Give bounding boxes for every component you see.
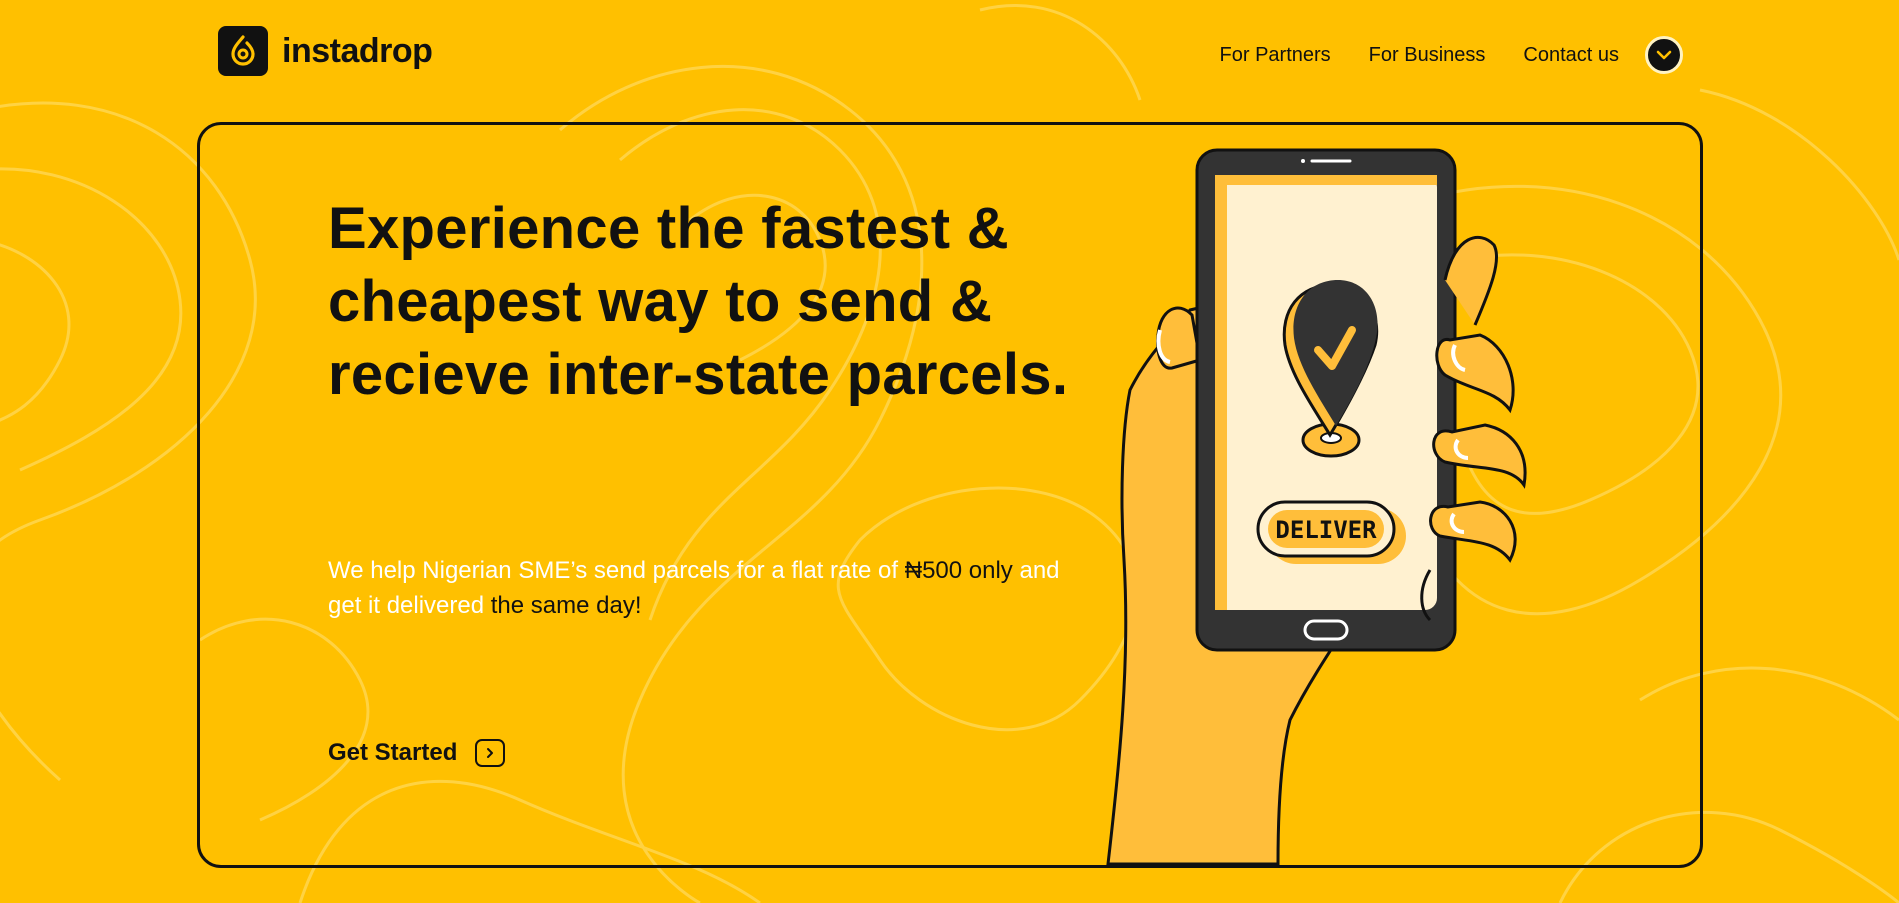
hero-subtext: We help Nigerian SME’s send parcels for … [328, 553, 1068, 623]
get-started-label: Get Started [328, 739, 458, 766]
landing-page: instadrop For Partners For Business Cont… [0, 0, 1899, 903]
deliver-button: DELIVER [1256, 500, 1406, 564]
get-started-button[interactable]: Get Started [328, 739, 506, 767]
hand-phone-illustration: DELIVER [1106, 148, 1527, 865]
nav-menu-toggle[interactable] [1645, 36, 1683, 74]
main-nav: For Partners For Business Contact us [1182, 36, 1683, 74]
subtext-part2: only [962, 557, 1020, 584]
subtext-price: ₦500 [904, 557, 963, 584]
subtext-part1: We help Nigerian SME’s send parcels for … [328, 557, 905, 584]
nav-contact-us[interactable]: Contact us [1523, 44, 1619, 67]
nav-for-partners[interactable]: For Partners [1220, 44, 1331, 67]
subtext-part4: the same day! [484, 592, 642, 619]
instadrop-logo-icon [218, 26, 268, 76]
deliver-label: DELIVER [1275, 516, 1377, 544]
nav-for-business[interactable]: For Business [1369, 44, 1486, 67]
chevron-down-icon [1656, 50, 1672, 60]
logo-link[interactable]: instadrop [218, 26, 433, 76]
brand-name: instadrop [282, 31, 433, 70]
hero-headline: Experience the fastest & cheapest way to… [328, 196, 1069, 407]
chevron-right-icon [475, 739, 506, 767]
